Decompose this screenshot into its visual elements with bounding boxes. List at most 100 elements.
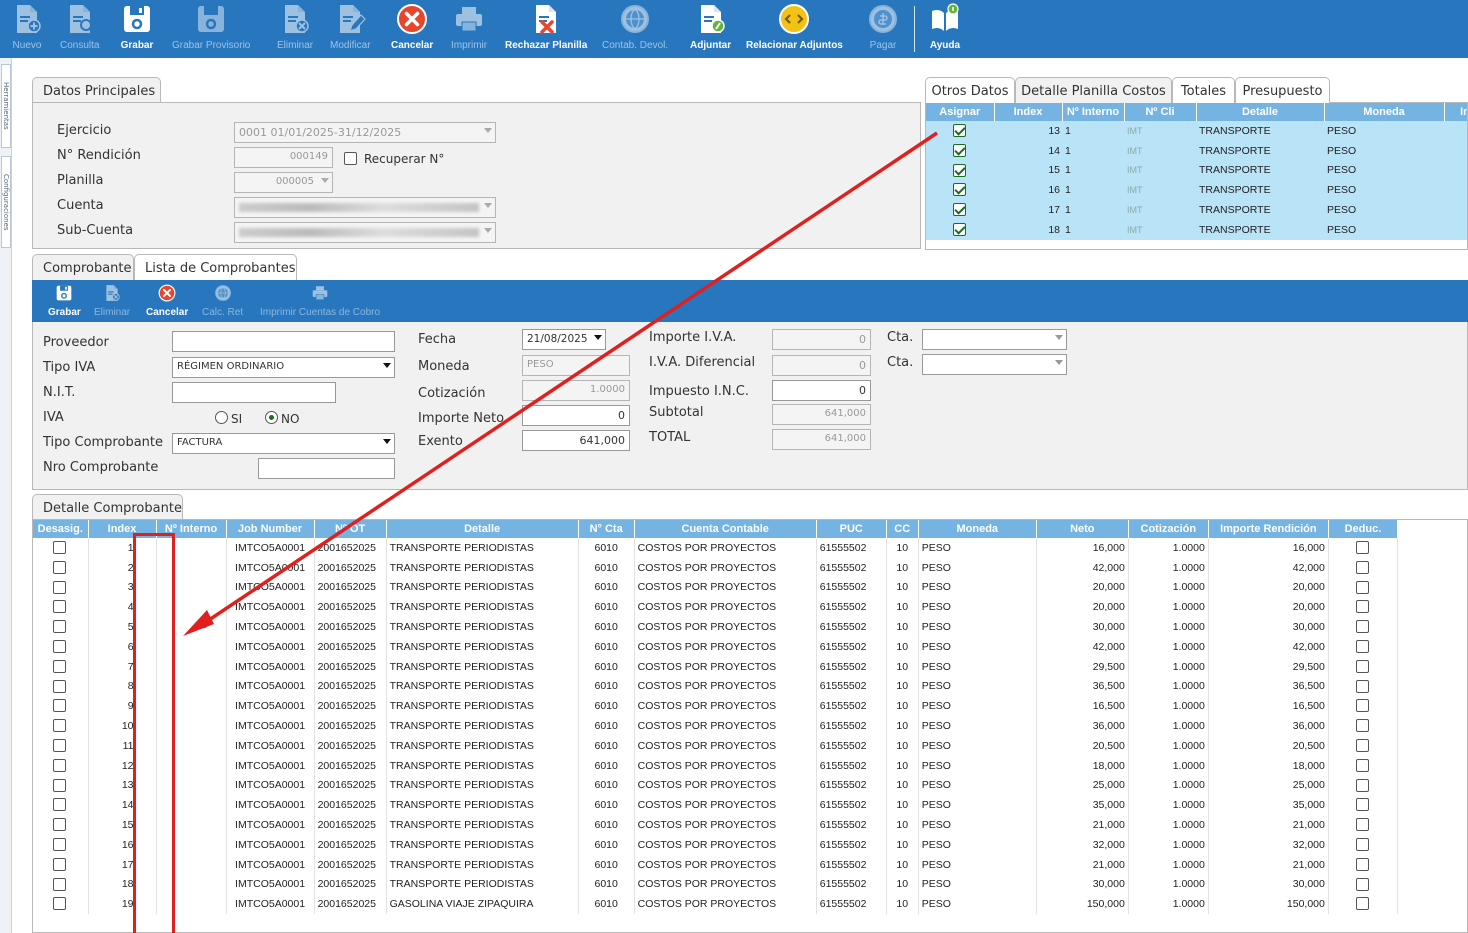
column-header[interactable]: CC	[886, 520, 919, 538]
checkbox[interactable]	[1355, 758, 1369, 772]
column-header[interactable]: N° Cta	[578, 520, 635, 538]
desasignar-checkbox[interactable]	[33, 854, 89, 875]
desasignar-checkbox[interactable]	[33, 834, 89, 855]
column-header[interactable]: Job Number	[226, 520, 315, 538]
importe-neto-field[interactable]: 0	[522, 405, 630, 426]
checkbox[interactable]	[1355, 580, 1369, 594]
assign-checkbox[interactable]	[926, 219, 994, 240]
desasignar-checkbox[interactable]	[33, 874, 89, 895]
deducible-checkbox[interactable]	[1328, 716, 1399, 736]
table-row[interactable]: 4 IMTCO5A0001 2001652025 TRANSPORTE PERIODI…	[33, 597, 1399, 618]
table-row[interactable]: 6 IMTCO5A0001 2001652025 TRANSPORTE PERIODI…	[33, 636, 1399, 657]
checkbox[interactable]	[1355, 699, 1369, 713]
rechazar-planilla-button[interactable]: Rechazar Planilla	[505, 2, 587, 56]
nuevo-button[interactable]: Nuevo	[10, 2, 44, 56]
checkbox[interactable]	[1355, 818, 1369, 832]
desasignar-checkbox[interactable]	[33, 815, 89, 835]
checkbox[interactable]	[53, 778, 66, 792]
adjuntar-button[interactable]: Adjuntar	[690, 2, 731, 56]
deducible-checkbox[interactable]	[1328, 636, 1399, 657]
column-header[interactable]: Desasig.	[33, 520, 89, 538]
table-row[interactable]: 15 IMTCO5A0001 2001652025 TRANSPORTE PERIOD…	[33, 815, 1399, 835]
rendicion-field[interactable]: 000149	[234, 147, 333, 168]
desasignar-checkbox[interactable]	[33, 636, 89, 657]
cta-select-1[interactable]	[922, 329, 1067, 350]
table-row[interactable]: 18 IMTCO5A0001 2001652025 TRANSPORTE PERIOD…	[33, 874, 1399, 895]
moneda-field[interactable]: PESO	[522, 355, 630, 376]
checkbox[interactable]	[1355, 600, 1369, 614]
table-row[interactable]: 11 IMTCO5A0001 2001652025 TRANSPORTE PERIOD…	[33, 735, 1399, 756]
deducible-checkbox[interactable]	[1328, 656, 1399, 677]
checkbox[interactable]	[1355, 778, 1369, 792]
consulta-button[interactable]: Consulta	[60, 2, 99, 56]
tab-comprobante[interactable]: Comprobante	[32, 254, 134, 280]
grabar-button[interactable]: Grabar	[120, 2, 154, 56]
column-header[interactable]: Moneda	[1324, 103, 1445, 121]
subcuenta-select[interactable]	[234, 222, 496, 243]
desasignar-checkbox[interactable]	[33, 735, 89, 756]
impuesto-inc-field[interactable]: 0	[772, 380, 871, 401]
relacionar-adjuntos-button[interactable]: Relacionar Adjuntos	[746, 2, 843, 56]
imprimir-button[interactable]: Imprimir	[451, 2, 487, 56]
table-row[interactable]: 9 IMTCO5A0001 2001652025 TRANSPORTE PERIODI…	[33, 696, 1399, 717]
sub-imprimir-cuentas-de-cobro-button[interactable]: Imprimir Cuentas de Cobro	[260, 284, 380, 318]
exento-field[interactable]: 641,000	[522, 430, 630, 451]
checkbox[interactable]	[53, 620, 66, 634]
side-tab-herramientas[interactable]: Herramientas	[1, 64, 11, 148]
table-row[interactable]: 13 1 IMT TRANSPORTE PESO	[926, 121, 1467, 141]
grabar-provisorio-button[interactable]: Grabar Provisorio	[172, 2, 250, 56]
checkbox[interactable]	[53, 738, 66, 752]
sub-grabar-button[interactable]: Grabar	[48, 284, 81, 318]
table-row[interactable]: 17 IMTCO5A0001 2001652025 TRANSPORTE PERIOD…	[33, 854, 1399, 875]
checkbox[interactable]	[53, 897, 66, 911]
deducible-checkbox[interactable]	[1328, 755, 1399, 776]
tab-datos-principales[interactable]: Datos Principales	[32, 77, 161, 103]
desasignar-checkbox[interactable]	[33, 617, 89, 637]
checkbox-checked[interactable]	[953, 203, 966, 217]
deducible-checkbox[interactable]	[1328, 597, 1399, 618]
checkbox[interactable]	[53, 798, 66, 812]
checkbox-checked[interactable]	[953, 222, 966, 236]
checkbox[interactable]	[53, 719, 66, 733]
checkbox[interactable]	[53, 541, 66, 554]
column-header[interactable]: Detalle	[386, 520, 579, 538]
table-row[interactable]: 13 IMTCO5A0001 2001652025 TRANSPORTE PERIOD…	[33, 775, 1399, 796]
table-row[interactable]: 16 IMTCO5A0001 2001652025 TRANSPORTE PERIOD…	[33, 834, 1399, 855]
desasignar-checkbox[interactable]	[33, 557, 89, 578]
desasignar-checkbox[interactable]	[33, 755, 89, 776]
contab-devol-button[interactable]: Contab. Devol.	[602, 2, 668, 56]
nro-comprobante-field[interactable]	[258, 458, 395, 479]
column-header[interactable]: Moneda	[918, 520, 1037, 538]
column-header[interactable]: Detalle	[1196, 103, 1325, 121]
assign-checkbox[interactable]	[926, 140, 994, 161]
checkbox[interactable]	[53, 699, 66, 713]
checkbox[interactable]	[1355, 738, 1369, 752]
checkbox-checked[interactable]	[953, 183, 966, 197]
checkbox[interactable]	[1355, 659, 1369, 673]
deducible-checkbox[interactable]	[1328, 617, 1399, 637]
deducible-checkbox[interactable]	[1328, 834, 1399, 855]
deducible-checkbox[interactable]	[1328, 795, 1399, 816]
desasignar-checkbox[interactable]	[33, 656, 89, 677]
desasignar-checkbox[interactable]	[33, 538, 89, 558]
total-field[interactable]: 641,000	[772, 429, 871, 450]
column-header[interactable]: Nº Cli	[1124, 103, 1197, 121]
tab-otros-datos[interactable]: Otros Datos	[925, 77, 1015, 103]
deducible-checkbox[interactable]	[1328, 696, 1399, 717]
sub-calc-ret-button[interactable]: Calc. Ret	[202, 284, 243, 318]
desasignar-checkbox[interactable]	[33, 696, 89, 717]
table-row[interactable]: 14 1 IMT TRANSPORTE PESO	[926, 140, 1467, 161]
column-header[interactable]: In	[1444, 103, 1467, 121]
checkbox-checked[interactable]	[953, 124, 966, 137]
checkbox[interactable]	[53, 560, 66, 574]
checkbox[interactable]	[53, 580, 66, 594]
recuperar-checkbox[interactable]	[344, 152, 357, 165]
cotizacion-field[interactable]: 1.0000	[522, 380, 630, 401]
tab-detalle-planilla-costos[interactable]: Detalle Planilla Costos	[1015, 77, 1172, 103]
checkbox[interactable]	[53, 758, 66, 772]
checkbox[interactable]	[53, 679, 66, 693]
checkbox[interactable]	[1355, 620, 1369, 634]
cuenta-select[interactable]	[234, 197, 496, 218]
table-row[interactable]: 15 1 IMT TRANSPORTE PESO	[926, 160, 1467, 181]
iva-no-radio[interactable]	[265, 411, 278, 424]
